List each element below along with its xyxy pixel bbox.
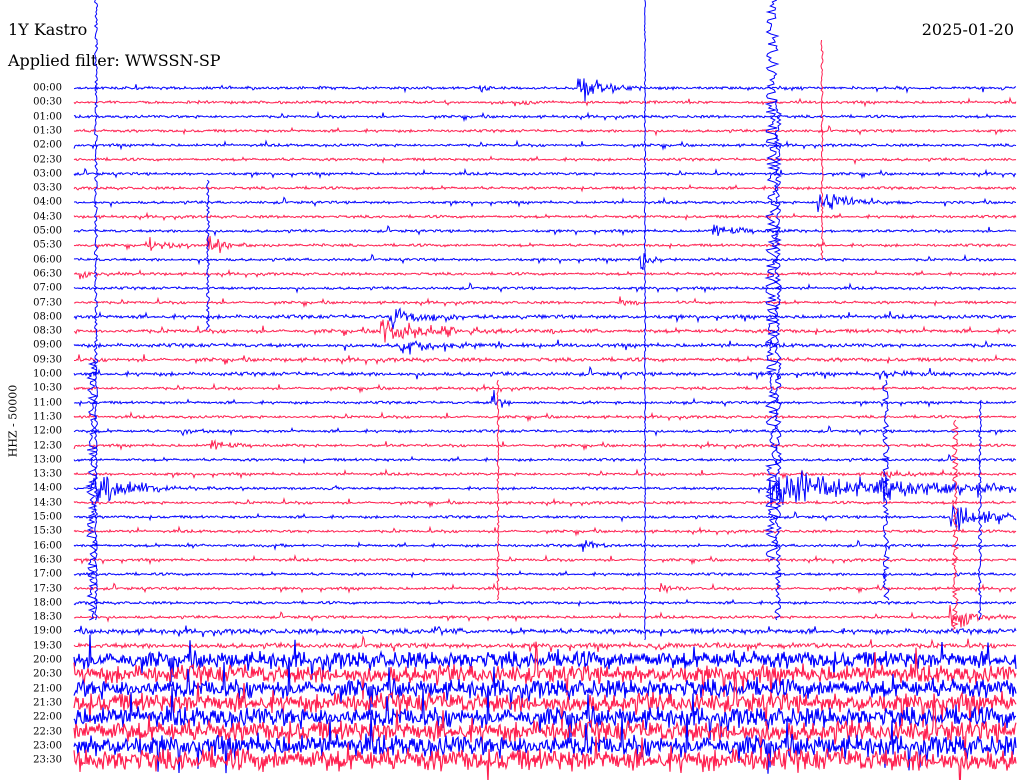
trace-row-1700 bbox=[73, 570, 1016, 580]
trace-row-1400 bbox=[73, 470, 1017, 507]
trace-row-1030 bbox=[73, 382, 1017, 394]
trace-row-0030 bbox=[73, 96, 1017, 108]
event-spike bbox=[93, 0, 99, 621]
trace-row-1500 bbox=[73, 504, 1017, 532]
trace-row-1830 bbox=[73, 604, 1017, 628]
trace-row-1430 bbox=[73, 496, 1017, 509]
trace-row-1130 bbox=[73, 411, 1017, 423]
trace-row-1730 bbox=[73, 582, 1017, 595]
event-spike bbox=[496, 379, 500, 601]
event-spike bbox=[881, 379, 891, 601]
trace-row-0000 bbox=[73, 78, 1017, 102]
trace-row-0300 bbox=[73, 167, 1017, 180]
seismogram-plot bbox=[73, 0, 1017, 780]
trace-row-1230 bbox=[73, 439, 1016, 451]
trace-row-1930 bbox=[73, 634, 1017, 653]
trace-row-0730 bbox=[73, 296, 1017, 308]
trace-row-1000 bbox=[73, 365, 1017, 381]
trace-row-0500 bbox=[73, 224, 1017, 237]
trace-row-0330 bbox=[73, 183, 1017, 193]
trace-row-1330 bbox=[73, 468, 1017, 480]
trace-row-1200 bbox=[73, 425, 1017, 437]
trace-row-0800 bbox=[73, 307, 1017, 330]
trace-row-0930 bbox=[74, 353, 1017, 366]
trace-row-0430 bbox=[73, 211, 1017, 222]
trace-row-1100 bbox=[73, 390, 1017, 408]
trace-row-0600 bbox=[73, 253, 1017, 271]
trace-row-0200 bbox=[73, 139, 1017, 151]
trace-row-1800 bbox=[73, 598, 1017, 608]
trace-row-0230 bbox=[73, 155, 1017, 166]
event-spike bbox=[820, 39, 824, 261]
trace-row-0830 bbox=[73, 319, 1017, 343]
trace-row-1900 bbox=[73, 625, 1017, 638]
trace-row-0130 bbox=[73, 124, 1017, 137]
event-spike bbox=[977, 399, 983, 621]
trace-row-0630 bbox=[73, 268, 1017, 280]
trace-row-0100 bbox=[73, 110, 1017, 123]
trace-row-1530 bbox=[73, 525, 1017, 537]
event-spike bbox=[950, 419, 960, 631]
event-spike bbox=[643, 0, 647, 641]
trace-row-1600 bbox=[73, 539, 1017, 552]
trace-row-0700 bbox=[73, 282, 1017, 294]
trace-row-0900 bbox=[73, 339, 1017, 355]
trace-row-1300 bbox=[73, 453, 1017, 466]
trace-row-0530 bbox=[73, 235, 1017, 254]
trace-row-1630 bbox=[73, 554, 1017, 566]
trace-row-0400 bbox=[74, 194, 1017, 213]
